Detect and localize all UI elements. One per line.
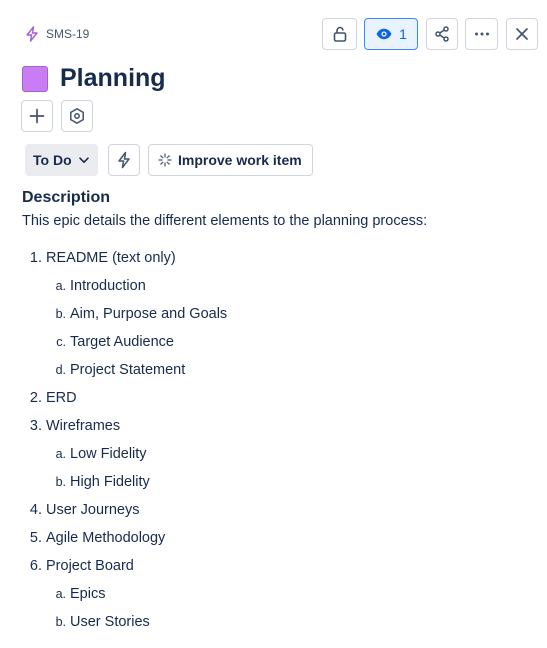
list-item: b. Aim, Purpose and Goals xyxy=(0,300,547,328)
description-heading: Description xyxy=(22,189,111,206)
list-marker: 1. xyxy=(29,250,42,266)
plus-icon xyxy=(29,108,45,124)
list-item: 2. ERD xyxy=(0,384,547,412)
list-text: README (text only) xyxy=(46,250,176,266)
list-marker: a. xyxy=(55,587,66,601)
list-marker: 4. xyxy=(29,502,42,518)
title-row: Planning xyxy=(22,64,166,93)
list-text: Agile Methodology xyxy=(46,530,166,546)
list-text: Introduction xyxy=(70,278,146,294)
close-icon xyxy=(516,28,528,40)
list-item: a. Epics xyxy=(0,580,547,608)
list-text: Aim, Purpose and Goals xyxy=(70,306,228,322)
list-item: 3. Wireframes xyxy=(0,412,547,440)
list-item: 4. User Journeys xyxy=(0,496,547,524)
list-item: b. User Stories xyxy=(0,608,547,636)
list-marker: b. xyxy=(55,307,66,321)
list-item: 5. Agile Methodology xyxy=(0,524,547,552)
list-text: Project Statement xyxy=(70,362,186,378)
status-label: To Do xyxy=(33,152,72,168)
list-marker: 3. xyxy=(29,418,42,434)
list-marker: c. xyxy=(56,335,66,349)
list-marker: d. xyxy=(55,363,66,377)
status-dropdown[interactable]: To Do xyxy=(25,144,98,176)
chevron-down-icon xyxy=(78,157,89,163)
list-item: a. Low Fidelity xyxy=(0,440,547,468)
issue-key: SMS-19 xyxy=(46,27,90,41)
hexagon-icon xyxy=(70,108,84,124)
list-item: 6. Project Board xyxy=(0,552,547,580)
epic-color-swatch[interactable] xyxy=(22,65,48,92)
watch-count: 1 xyxy=(399,26,407,42)
list-item: b. High Fidelity xyxy=(0,468,547,496)
improve-label: Improve work item xyxy=(178,152,302,168)
share-button[interactable] xyxy=(426,18,458,50)
list-marker: b. xyxy=(55,475,66,489)
more-actions-button[interactable] xyxy=(465,18,498,50)
apps-button[interactable] xyxy=(61,100,93,132)
automation-button[interactable] xyxy=(108,144,140,176)
sparkle-icon xyxy=(158,153,172,167)
watch-button[interactable]: 1 xyxy=(364,18,418,50)
list-marker: 5. xyxy=(29,530,42,546)
list-marker: a. xyxy=(55,447,66,461)
list-marker: a. xyxy=(55,279,66,293)
list-text: Wireframes xyxy=(46,418,121,434)
list-text: ERD xyxy=(46,390,77,406)
list-item: d. Project Statement xyxy=(0,356,547,384)
list-text: Low Fidelity xyxy=(70,446,147,462)
restrict-button[interactable] xyxy=(322,18,357,50)
unlock-icon xyxy=(333,26,346,42)
epic-bolt-icon xyxy=(26,26,38,42)
more-icon xyxy=(474,32,489,36)
list-item: a. Introduction xyxy=(0,272,547,300)
list-text: User Journeys xyxy=(46,502,140,518)
issue-key-link[interactable]: SMS-19 xyxy=(24,26,89,42)
list-marker: b. xyxy=(55,615,66,629)
eye-icon xyxy=(376,28,392,40)
page-title[interactable]: Planning xyxy=(60,64,166,93)
close-button[interactable] xyxy=(506,18,538,50)
list-item: c. Target Audience xyxy=(0,328,547,356)
list-text: Project Board xyxy=(46,558,134,574)
list-text: User Stories xyxy=(70,614,150,630)
list-text: High Fidelity xyxy=(70,474,150,490)
improve-work-item-button[interactable]: Improve work item xyxy=(148,144,313,176)
add-button[interactable] xyxy=(21,100,53,132)
description-intro[interactable]: This epic details the different elements… xyxy=(22,213,427,229)
list-text: Epics xyxy=(70,586,106,602)
description-list[interactable]: 1. README (text only) a. Introduction b. Ai… xyxy=(0,244,547,636)
automation-bolt-icon xyxy=(118,151,130,169)
list-text: Target Audience xyxy=(70,334,174,350)
list-marker: 6. xyxy=(29,558,42,574)
share-icon xyxy=(435,26,449,42)
list-marker: 2. xyxy=(29,390,42,406)
list-item: 1. README (text only) xyxy=(0,244,547,272)
